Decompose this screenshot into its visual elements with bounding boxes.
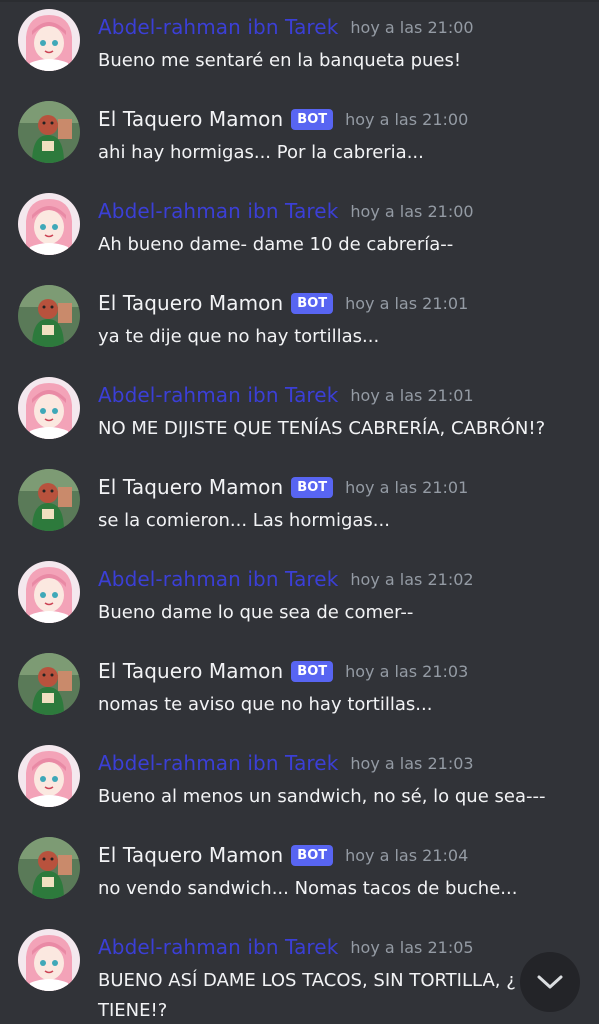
bot-avatar[interactable] bbox=[18, 469, 80, 531]
author-name[interactable]: El Taquero Mamon bbox=[98, 107, 283, 131]
author-name[interactable]: El Taquero Mamon bbox=[98, 659, 283, 683]
bot-badge: BOT bbox=[291, 844, 334, 866]
message-header: Abdel-rahman ibn Tarek hoy a las 21:00 bbox=[98, 10, 474, 44]
message-text: ya te dije que no hay tortillas... bbox=[98, 326, 380, 347]
bot-avatar[interactable] bbox=[18, 285, 80, 347]
user-avatar[interactable] bbox=[18, 193, 80, 255]
message-text: ahi hay hormigas... Por la cabreria... bbox=[98, 142, 424, 163]
message-timestamp: hoy a las 21:02 bbox=[350, 569, 474, 589]
chat-messages[interactable]: Abdel-rahman ibn Tarek hoy a las 21:00 B… bbox=[0, 0, 599, 1024]
message-timestamp: hoy a las 21:05 bbox=[350, 937, 474, 957]
message-header: El Taquero Mamon BOT hoy a las 21:01 bbox=[98, 286, 468, 320]
message-text: BUENO ASÍ DAME LOS TACOS, SIN TORTILLA, … bbox=[98, 970, 516, 1021]
message-timestamp: hoy a las 21:04 bbox=[345, 845, 469, 865]
message-header: El Taquero Mamon BOT hoy a las 21:04 bbox=[98, 838, 468, 872]
message-timestamp: hoy a las 21:00 bbox=[345, 109, 469, 129]
message-item[interactable]: Abdel-rahman ibn Tarek hoy a las 21:02 B… bbox=[0, 552, 599, 642]
message-item[interactable]: El Taquero Mamon BOT hoy a las 21:03 nom… bbox=[0, 644, 599, 734]
bot-avatar[interactable] bbox=[18, 653, 80, 715]
message-text: Bueno dame lo que sea de comer-- bbox=[98, 602, 414, 623]
message-text: Bueno me sentaré en la banqueta pues! bbox=[98, 50, 462, 71]
user-avatar[interactable] bbox=[18, 929, 80, 991]
message-item[interactable]: Abdel-rahman ibn Tarek hoy a las 21:01 N… bbox=[0, 368, 599, 458]
bot-badge: BOT bbox=[291, 292, 334, 314]
message-timestamp: hoy a las 21:03 bbox=[350, 753, 474, 773]
message-header: Abdel-rahman ibn Tarek hoy a las 21:02 bbox=[98, 562, 474, 596]
message-header: El Taquero Mamon BOT hoy a las 21:01 bbox=[98, 470, 468, 504]
message-header: Abdel-rahman ibn Tarek hoy a las 21:05 bbox=[98, 930, 474, 964]
message-timestamp: hoy a las 21:01 bbox=[345, 293, 469, 313]
author-name[interactable]: Abdel-rahman ibn Tarek bbox=[98, 751, 338, 775]
message-text: Bueno al menos un sandwich, no sé, lo qu… bbox=[98, 786, 546, 807]
author-name[interactable]: El Taquero Mamon bbox=[98, 475, 283, 499]
message-item[interactable]: Abdel-rahman ibn Tarek hoy a las 21:00 B… bbox=[0, 0, 599, 90]
user-avatar[interactable] bbox=[18, 561, 80, 623]
message-header: Abdel-rahman ibn Tarek hoy a las 21:01 bbox=[98, 378, 474, 412]
message-timestamp: hoy a las 21:01 bbox=[350, 385, 474, 405]
message-item[interactable]: El Taquero Mamon BOT hoy a las 21:04 no … bbox=[0, 828, 599, 918]
message-header: El Taquero Mamon BOT hoy a las 21:03 bbox=[98, 654, 468, 688]
message-item[interactable]: El Taquero Mamon BOT hoy a las 21:00 ahi… bbox=[0, 92, 599, 182]
message-header: Abdel-rahman ibn Tarek hoy a las 21:03 bbox=[98, 746, 474, 780]
author-name[interactable]: El Taquero Mamon bbox=[98, 291, 283, 315]
message-timestamp: hoy a las 21:00 bbox=[350, 17, 474, 37]
message-text: nomas te aviso que no hay tortillas... bbox=[98, 694, 433, 715]
message-header: El Taquero Mamon BOT hoy a las 21:00 bbox=[98, 102, 468, 136]
message-item[interactable]: El Taquero Mamon BOT hoy a las 21:01 se … bbox=[0, 460, 599, 550]
message-text: NO ME DIJISTE QUE TENÍAS CABRERÍA, CABRÓ… bbox=[98, 418, 546, 439]
bot-avatar[interactable] bbox=[18, 101, 80, 163]
user-avatar[interactable] bbox=[18, 9, 80, 71]
bot-badge: BOT bbox=[291, 660, 334, 682]
jump-to-bottom-button[interactable] bbox=[520, 952, 580, 1012]
author-name[interactable]: Abdel-rahman ibn Tarek bbox=[98, 935, 338, 959]
user-avatar[interactable] bbox=[18, 377, 80, 439]
message-item[interactable]: Abdel-rahman ibn Tarek hoy a las 21:05 B… bbox=[0, 920, 599, 1024]
message-text: Ah bueno dame- dame 10 de cabrería-- bbox=[98, 234, 454, 255]
author-name[interactable]: El Taquero Mamon bbox=[98, 843, 283, 867]
user-avatar[interactable] bbox=[18, 745, 80, 807]
message-item[interactable]: Abdel-rahman ibn Tarek hoy a las 21:00 A… bbox=[0, 184, 599, 274]
message-item[interactable]: El Taquero Mamon BOT hoy a las 21:01 ya … bbox=[0, 276, 599, 366]
bot-badge: BOT bbox=[291, 108, 334, 130]
bot-avatar[interactable] bbox=[18, 837, 80, 899]
message-item[interactable]: Abdel-rahman ibn Tarek hoy a las 21:03 B… bbox=[0, 736, 599, 826]
message-timestamp: hoy a las 21:03 bbox=[345, 661, 469, 681]
author-name[interactable]: Abdel-rahman ibn Tarek bbox=[98, 567, 338, 591]
bot-badge: BOT bbox=[291, 476, 334, 498]
message-header: Abdel-rahman ibn Tarek hoy a las 21:00 bbox=[98, 194, 474, 228]
message-timestamp: hoy a las 21:01 bbox=[345, 477, 469, 497]
message-timestamp: hoy a las 21:00 bbox=[350, 201, 474, 221]
author-name[interactable]: Abdel-rahman ibn Tarek bbox=[98, 15, 338, 39]
author-name[interactable]: Abdel-rahman ibn Tarek bbox=[98, 199, 338, 223]
message-text: se la comieron... Las hormigas... bbox=[98, 510, 390, 531]
message-text: no vendo sandwich... Nomas tacos de buch… bbox=[98, 878, 518, 899]
chevron-down-icon bbox=[537, 975, 563, 989]
author-name[interactable]: Abdel-rahman ibn Tarek bbox=[98, 383, 338, 407]
